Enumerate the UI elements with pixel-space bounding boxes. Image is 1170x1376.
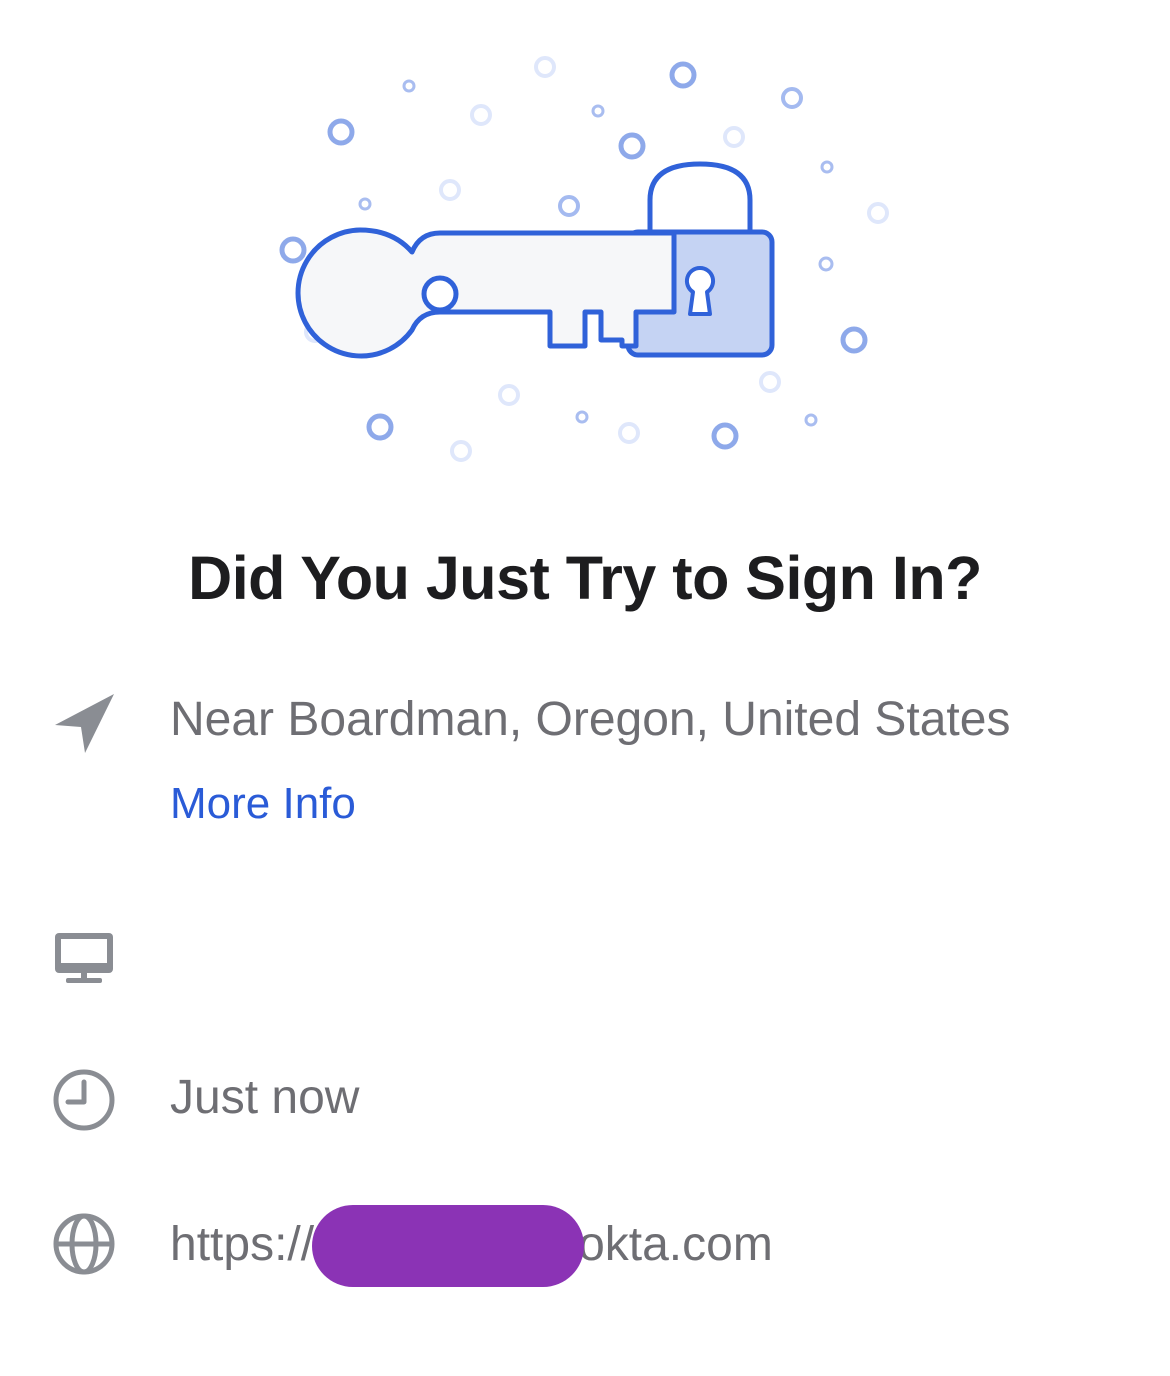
location-row: Near Boardman, Oregon, United States Mor… [0, 690, 1170, 850]
location-arrow-icon [55, 694, 114, 753]
time-row: Just now [0, 1068, 1170, 1132]
page-title: Did You Just Try to Sign In? [188, 544, 982, 612]
url-prefix: https:// [170, 1217, 315, 1271]
more-info-link[interactable]: More Info [170, 776, 356, 832]
url-text: https:// okta.com [170, 1205, 773, 1287]
globe-icon [53, 1213, 115, 1275]
key-lock-icon [279, 56, 889, 462]
url-row: https:// okta.com [0, 1205, 1170, 1287]
url-suffix: okta.com [578, 1217, 773, 1271]
redaction-bar [312, 1205, 585, 1287]
desktop-monitor-icon [55, 933, 113, 983]
time-text: Just now [170, 1071, 360, 1124]
device-row [0, 928, 1170, 992]
location-text: Near Boardman, Oregon, United States [170, 693, 1011, 746]
clock-icon [53, 1069, 115, 1131]
key-lock-illustration [260, 40, 920, 480]
